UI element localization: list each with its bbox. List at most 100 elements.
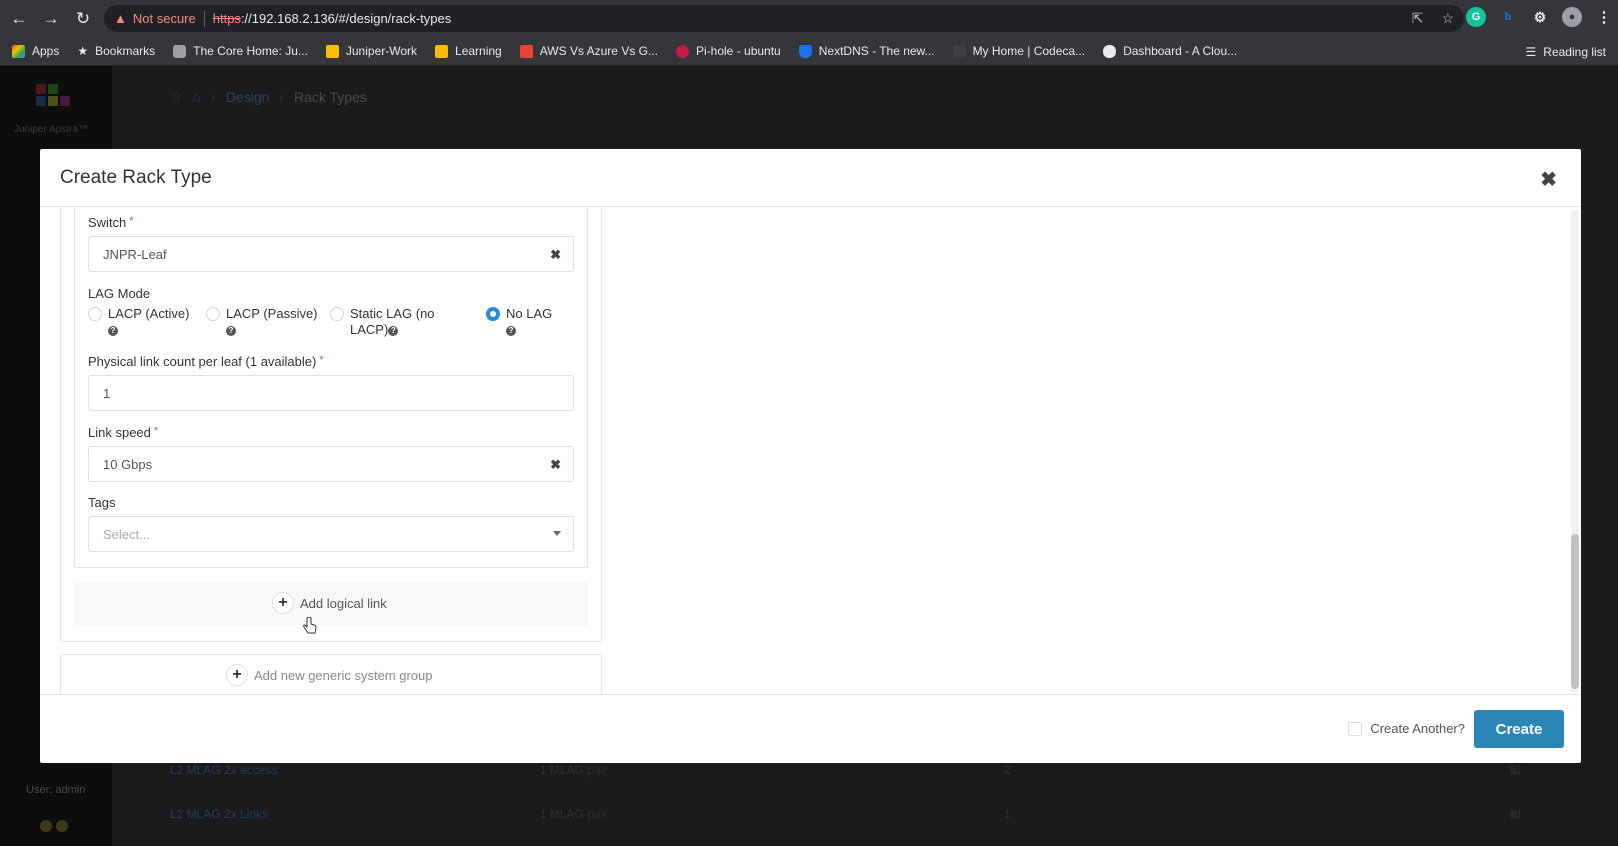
radio-button[interactable] (330, 307, 344, 321)
radio-button[interactable] (206, 307, 220, 321)
lag-option-label: No LAG (506, 306, 553, 321)
tags-select[interactable]: Select... (88, 516, 574, 552)
switch-select[interactable]: JNPR-Leaf ✖ (88, 236, 574, 272)
rack-desc: 1 MLAG pair (540, 763, 608, 777)
create-button[interactable]: Create (1474, 710, 1564, 748)
add-logical-link-button[interactable]: + Add logical link (272, 592, 387, 614)
profile-avatar-icon[interactable]: ● (1562, 7, 1582, 27)
help-icon[interactable]: ? (108, 325, 118, 336)
bookmark-star-icon[interactable]: ☆ (1441, 10, 1454, 27)
radio-button[interactable] (88, 307, 102, 321)
link-count-input[interactable]: 1 (88, 375, 574, 411)
breadcrumb-design[interactable]: Design (226, 89, 270, 105)
modal-scrollbar[interactable] (1571, 210, 1579, 692)
bookmark-label: NextDNS - The new... (818, 44, 935, 58)
reload-icon[interactable]: ↻ (70, 6, 96, 32)
bookmark-item[interactable]: ★ Bookmarks (77, 44, 155, 58)
link-speed-select[interactable]: 10 Gbps ✖ (88, 446, 574, 482)
share-icon[interactable]: ⇱ (1412, 10, 1424, 27)
required-marker: * (153, 425, 159, 437)
puzzle-icon[interactable]: ⚙ (1530, 7, 1550, 27)
folder-icon (325, 44, 339, 58)
bookmark-label: Bookmarks (95, 44, 156, 58)
tags-label: Tags (88, 495, 116, 510)
link-speed-value: 10 Gbps (103, 456, 153, 472)
rack-count: 1 (1004, 807, 1011, 821)
bookmark-label: My Home | Codeca... (972, 44, 1086, 58)
bookmark-item[interactable]: Apps (12, 44, 59, 58)
warning-icon: ▲ (114, 11, 127, 26)
delete-icon[interactable]: ■ (1510, 807, 1517, 821)
close-icon[interactable]: ✖ (1540, 167, 1557, 192)
bookmark-label: Juniper-Work (345, 44, 418, 58)
bookmark-label: Pi-hole - ubuntu (696, 44, 781, 58)
clear-icon[interactable]: ✖ (550, 247, 561, 263)
link-speed-label-text: Link speed (88, 425, 151, 440)
delete-icon[interactable]: ■ (1510, 763, 1517, 777)
back-icon[interactable]: ← (6, 6, 32, 32)
required-marker: * (129, 215, 134, 227)
rack-name[interactable]: L2 MLAG 2x access (170, 763, 277, 777)
apps-grid-icon (12, 44, 25, 58)
switch-label-text: Switch (88, 215, 127, 230)
shield-icon (798, 44, 812, 58)
bookmark-item[interactable]: Juniper-Work (325, 44, 418, 58)
breadcrumb: ☆ ⌂ › Design › Rack Types (170, 88, 367, 105)
bookmark-item[interactable]: Learning (435, 44, 502, 58)
lag-option-label: LACP (Active) (108, 306, 190, 321)
create-another-checkbox[interactable]: Create Another? (1348, 721, 1465, 736)
star-icon: ★ (77, 44, 89, 58)
add-logical-link-label: Add logical link (300, 595, 387, 611)
forward-icon[interactable]: → (38, 6, 64, 32)
bookmark-item[interactable]: NextDNS - The new... (798, 44, 935, 58)
chevron-down-icon[interactable] (553, 531, 561, 536)
switch-value: JNPR-Leaf (103, 246, 167, 262)
bookmark-label: The Core Home: Ju... (193, 44, 308, 58)
grammarly-icon[interactable]: G (1466, 7, 1486, 27)
not-secure-label: Not secure (132, 11, 196, 26)
bookmark-item[interactable]: The Core Home: Ju... (173, 44, 308, 58)
lag-option-label: LACP (Passive) (226, 306, 318, 321)
apstra-logo-icon (36, 84, 70, 106)
rack-desc: 1 MLAG pair (540, 807, 608, 821)
status-dots (40, 820, 68, 832)
add-generic-system-group-button[interactable]: + Add new generic system group (226, 664, 432, 686)
checkbox[interactable] (1348, 721, 1363, 736)
scrollbar-thumb[interactable] (1571, 534, 1579, 689)
page-icon (952, 44, 966, 58)
menu-kebab-icon[interactable]: ⋮ (1594, 7, 1614, 27)
divider (203, 10, 205, 27)
cloud-icon (1103, 44, 1117, 58)
bookmark-item[interactable]: Pi-hole - ubuntu (676, 44, 781, 58)
reading-list-icon: ☰ (1525, 44, 1537, 59)
help-icon[interactable]: ? (226, 325, 236, 336)
url-path: ://192.168.2.136/#/design/rack-types (240, 11, 452, 26)
breadcrumb-separator: › (211, 88, 216, 105)
help-icon[interactable]: ? (388, 325, 399, 336)
star-icon[interactable]: ☆ (170, 88, 183, 105)
tags-placeholder: Select... (103, 526, 150, 542)
modal-body: Switch * JNPR-Leaf ✖ LAG Mode LACP (Activ… (40, 208, 1581, 694)
reading-list-label: Reading list (1543, 44, 1606, 59)
modal-header: Create Rack Type ✖ (40, 149, 1581, 207)
home-icon[interactable]: ⌂ (193, 89, 201, 105)
bookmark-item[interactable]: AWS Vs Azure Vs G... (519, 44, 658, 58)
reading-list[interactable]: ☰ Reading list (1526, 37, 1606, 66)
breadcrumb-rack-types: Rack Types (293, 88, 367, 105)
address-bar[interactable]: ▲ Not secure https ://192.168.2.136/#/de… (104, 5, 1464, 32)
radio-button-selected[interactable] (486, 307, 500, 321)
required-marker: * (319, 354, 324, 366)
rack-name[interactable]: L2 MLAG 2x Links (170, 807, 268, 821)
rack-count: 2 (1004, 763, 1011, 777)
extension-icon[interactable]: b (1498, 7, 1518, 27)
help-icon[interactable]: ? (506, 325, 516, 336)
clear-icon[interactable]: ✖ (550, 457, 561, 473)
browser-toolbar: ← → ↻ ▲ Not secure https ://192.168.2.13… (0, 0, 1618, 37)
bookmark-item[interactable]: Dashboard - A Clou... (1103, 44, 1237, 58)
link-count-label: Physical link count per leaf (1 availabl… (88, 354, 324, 369)
bookmark-item[interactable]: My Home | Codeca... (952, 44, 1086, 58)
bookmark-label: Apps (32, 44, 60, 58)
create-rack-type-modal: Create Rack Type ✖ Switch * JNPR-Leaf ✖ L… (40, 149, 1581, 763)
bookmarks-bar: Apps ★ Bookmarks The Core Home: Ju... Jun… (0, 37, 1618, 66)
plus-icon: + (272, 592, 294, 614)
